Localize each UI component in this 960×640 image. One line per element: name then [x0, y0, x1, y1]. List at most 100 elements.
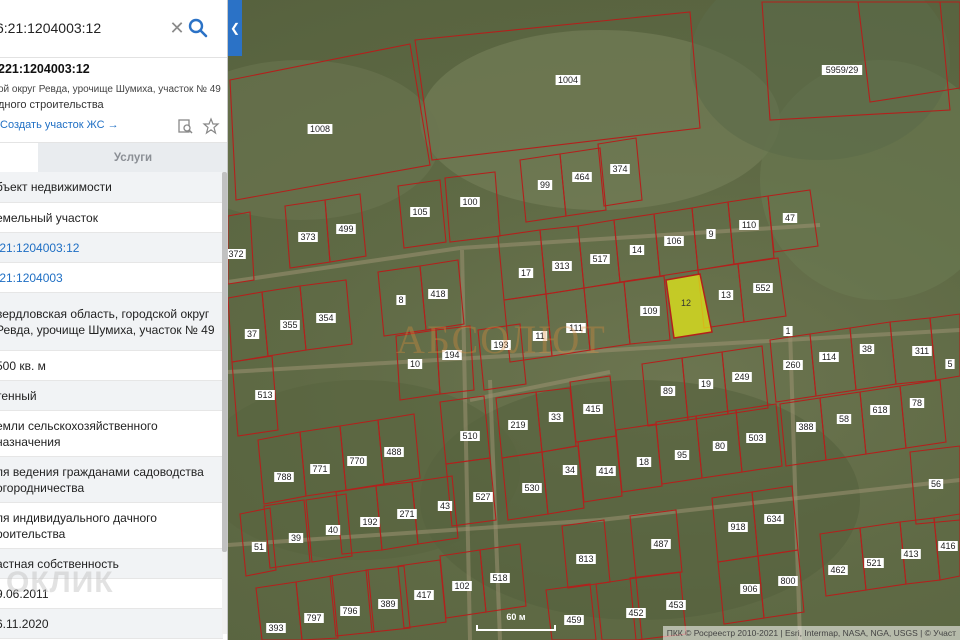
parcel-number-label: 13 [718, 290, 734, 300]
attribute-value: ля индивидуального дачного роительства [0, 510, 157, 541]
svg-text:462: 462 [830, 565, 845, 575]
clear-search-button[interactable]: ✕ [168, 17, 186, 39]
create-parcel-link[interactable]: Создать участок ЖС → [0, 119, 119, 131]
svg-text:452: 452 [628, 608, 643, 618]
parcel-number-label: 39 [288, 533, 304, 543]
svg-text:5: 5 [947, 359, 952, 369]
svg-text:51: 51 [254, 542, 264, 552]
parcel-number-label: 313 [552, 261, 572, 271]
svg-text:354: 354 [318, 313, 333, 323]
svg-text:413: 413 [903, 549, 918, 559]
attribute-row: тенный [0, 381, 223, 411]
attribute-row: бъект недвижимости [0, 172, 223, 203]
svg-text:1004: 1004 [558, 75, 578, 85]
parcel-number-label: 58 [836, 414, 852, 424]
parcel-number-label: 813 [576, 554, 596, 564]
svg-text:38: 38 [862, 344, 872, 354]
info-panel: 6:21:1204003:12 ✕ 221:1204003:12 ой окру… [0, 0, 228, 640]
svg-text:18: 18 [639, 457, 649, 467]
parcel-boundary[interactable] [859, 385, 907, 455]
svg-text:1008: 1008 [310, 124, 330, 134]
svg-text:459: 459 [566, 615, 581, 625]
svg-text:37: 37 [247, 329, 257, 339]
parcel-boundary[interactable] [859, 521, 907, 591]
parcel-boundary[interactable] [539, 225, 585, 295]
attribute-row: емли сельскохозяйственного назначения [0, 411, 223, 457]
svg-text:14: 14 [632, 245, 642, 255]
attribute-row[interactable]: :21:1204003 [0, 263, 223, 293]
parcel-number-label: 193 [491, 340, 511, 350]
parcel-number-label: 311 [912, 346, 932, 356]
parcel-number-label: 452 [626, 608, 646, 618]
parcel-number-label: 109 [640, 306, 660, 316]
parcel-purpose: дного строительства [0, 99, 104, 111]
parcel-boundary[interactable] [929, 313, 960, 381]
parcel-boundary[interactable] [227, 211, 255, 285]
attribute-row: вердловская область, городской округ Рев… [0, 293, 223, 351]
parcel-number-label: 249 [732, 372, 752, 382]
parcel-number-label: 414 [596, 466, 616, 476]
parcel-boundary[interactable] [227, 291, 269, 363]
svg-text:56: 56 [931, 479, 941, 489]
parcel-number-label: 110 [739, 220, 759, 230]
attribute-row: ля ведения гражданами садоводства огород… [0, 457, 223, 503]
parcel-number-label: 260 [783, 360, 803, 370]
attribute-value: емельный участок [0, 210, 98, 225]
parcel-number-label: 464 [572, 172, 592, 182]
parcel-number-label: 634 [764, 514, 784, 524]
svg-text:17: 17 [521, 268, 531, 278]
attribute-row: 9.06.2011 [0, 579, 223, 609]
parcel-number-label: 111 [566, 323, 586, 333]
parcel-number-label: 9 [706, 229, 716, 239]
tab-info[interactable] [0, 143, 38, 173]
parcel-number-label: 192 [360, 517, 380, 527]
attribute-link[interactable]: :21:1204003 [0, 270, 63, 286]
attribute-value: емли сельскохозяйственного назначения [0, 418, 158, 449]
parcel-number-label: 105 [410, 207, 430, 217]
parcel-number-label: 499 [336, 224, 356, 234]
parcel-boundary[interactable] [503, 293, 553, 363]
svg-text:109: 109 [642, 306, 657, 316]
search-document-icon[interactable] [176, 117, 194, 135]
svg-text:111: 111 [569, 323, 583, 333]
svg-text:464: 464 [574, 172, 589, 182]
parcel-boundary[interactable] [583, 281, 631, 351]
parcel-number-label: 355 [280, 320, 300, 330]
svg-text:503: 503 [748, 433, 763, 443]
parcel-boundary[interactable] [295, 575, 339, 640]
svg-text:488: 488 [386, 447, 401, 457]
parcel-boundary[interactable] [497, 229, 547, 301]
svg-text:114: 114 [822, 352, 836, 362]
parcel-boundary[interactable] [545, 287, 591, 357]
parcel-boundary[interactable] [899, 379, 947, 449]
favorite-star-icon[interactable] [202, 117, 221, 135]
attribute-row[interactable]: :21:1204003:12 [0, 233, 223, 263]
svg-text:521: 521 [866, 558, 881, 568]
search-icon [188, 18, 208, 38]
svg-text:800: 800 [780, 576, 795, 586]
attribute-value: 9.06.2011 [0, 586, 49, 601]
svg-text:40: 40 [328, 525, 338, 535]
panel-scrollbar[interactable] [222, 172, 227, 634]
parcel-number-label: 10 [407, 359, 423, 369]
svg-text:499: 499 [338, 224, 353, 234]
svg-text:918: 918 [730, 522, 745, 532]
svg-text:417: 417 [416, 590, 431, 600]
parcel-number-label: 503 [746, 433, 766, 443]
tab-services[interactable]: Услуги [38, 143, 227, 173]
parcel-number-label: 618 [870, 405, 890, 415]
parcel-number-label: 415 [583, 404, 603, 414]
svg-text:414: 414 [598, 466, 613, 476]
parcel-number-label: 530 [522, 483, 542, 493]
attribute-link[interactable]: :21:1204003:12 [0, 240, 79, 256]
search-button[interactable] [186, 15, 210, 41]
scrollbar-thumb[interactable] [222, 172, 227, 552]
parcel-number-label: 100 [460, 197, 480, 207]
search-input[interactable]: 6:21:1204003:12 [0, 20, 101, 36]
parcel-number-label: 17 [518, 268, 534, 278]
svg-text:260: 260 [785, 360, 800, 370]
parcel-number-label: 1 [783, 326, 793, 336]
parcel-number-label: 418 [428, 289, 448, 299]
collapse-panel-button[interactable]: ❮ [228, 0, 242, 56]
parcel-number-label: 800 [778, 576, 798, 586]
